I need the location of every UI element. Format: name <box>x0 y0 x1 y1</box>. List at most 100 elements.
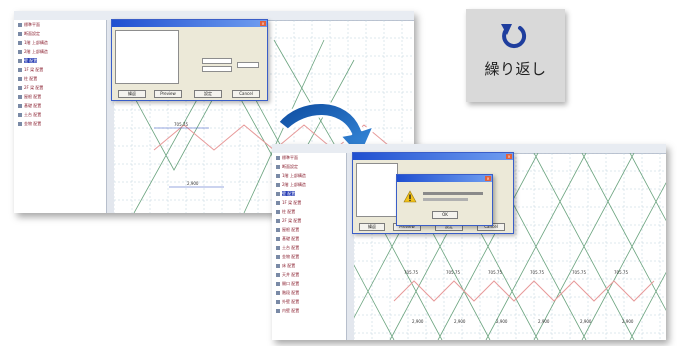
folder-icon <box>18 58 22 63</box>
folder-icon <box>18 76 22 81</box>
tree-item-label: 2F 梁 配置 <box>24 85 44 90</box>
close-icon[interactable]: × <box>260 21 266 26</box>
tree-item[interactable]: 屋根 配置 <box>14 92 106 101</box>
folder-icon <box>276 155 280 160</box>
tree-item-label: 床 配置 <box>282 263 296 268</box>
tree-item[interactable]: 1F 梁 配置 <box>272 198 346 207</box>
tree-item-label: 土台 配置 <box>24 112 42 117</box>
tree-item-label: 壁 配置 <box>24 58 38 63</box>
tree-item[interactable]: 金物 配置 <box>14 119 106 128</box>
setting-button[interactable]: 設定 <box>194 90 222 98</box>
folder-icon <box>276 164 280 169</box>
tree-item[interactable]: 断面設定 <box>272 162 346 171</box>
close-icon[interactable]: × <box>485 176 491 181</box>
list-box[interactable] <box>356 163 398 217</box>
base-label: 2,900 <box>412 319 424 324</box>
tree-item[interactable]: 2階 上部構造 <box>14 47 106 56</box>
message-box: × OK <box>396 174 493 226</box>
folder-icon <box>276 200 280 205</box>
folder-icon <box>18 94 22 99</box>
tree-item-label: 外壁 配置 <box>282 299 300 304</box>
folder-icon <box>276 308 280 313</box>
tree-item[interactable]: 1階 上部構造 <box>272 171 346 180</box>
tree-item-label: 金物 配置 <box>282 254 300 259</box>
cancel-button[interactable]: Cancel <box>232 90 260 98</box>
base-label: 2,900 <box>496 319 508 324</box>
tree-item-label: 土台 配置 <box>282 245 300 250</box>
truss-lines-red <box>393 280 655 302</box>
tree-item-label: 基礎 配置 <box>282 236 300 241</box>
preview-button[interactable]: Preview <box>154 90 182 98</box>
value-field[interactable] <box>202 58 232 64</box>
close-icon[interactable]: × <box>506 154 512 159</box>
dimension-label: 705.75 <box>530 270 544 275</box>
dimension-label: 705.75 <box>404 270 418 275</box>
tree-item[interactable]: 壁 配置 <box>14 56 106 65</box>
tree-item[interactable]: 2階 上部構造 <box>272 180 346 189</box>
folder-icon <box>276 218 280 223</box>
tree-item[interactable]: 屋根 配置 <box>272 225 346 234</box>
base-label: 2,900 <box>454 319 466 324</box>
repeat-label: 繰り返し <box>484 60 547 78</box>
base-label: 2,900 <box>538 319 550 324</box>
tree-item-label: 屋根 配置 <box>24 94 42 99</box>
tree-item-label: 標準平面 <box>24 22 40 27</box>
dimension-label: 705.75 <box>572 270 586 275</box>
tree-item[interactable]: 金物 配置 <box>272 252 346 261</box>
folder-icon <box>276 182 280 187</box>
tree-item[interactable]: 2F 梁 配置 <box>272 216 346 225</box>
value-field[interactable] <box>202 66 232 72</box>
folder-icon <box>18 103 22 108</box>
base-label: 2,900 <box>622 319 634 324</box>
truss-line <box>393 280 655 302</box>
tree-item[interactable]: 開口 配置 <box>272 279 346 288</box>
tree-panel: 標準平面断面設定 1階 上部構造 2階 上部構造壁 配置 1F 梁 配置柱 配置 2F … <box>14 20 107 213</box>
folder-icon <box>18 112 22 117</box>
tree-item[interactable]: 基礎 配置 <box>14 101 106 110</box>
repeat-command-button[interactable]: 繰り返し <box>466 9 565 102</box>
folder-icon <box>18 121 22 126</box>
tree-item-label: 断面設定 <box>282 164 298 169</box>
tree-item[interactable]: 標準平面 <box>14 20 106 29</box>
value-field[interactable] <box>237 62 259 68</box>
tree-item[interactable]: 断面設定 <box>14 29 106 38</box>
repeat-button[interactable]: 繰返 <box>118 90 146 98</box>
truss-line <box>629 271 666 340</box>
tree-item[interactable]: 標準平面 <box>272 153 346 162</box>
dialog-titlebar: × <box>112 20 267 27</box>
list-box[interactable] <box>115 30 179 84</box>
folder-icon <box>18 22 22 27</box>
folder-icon <box>276 290 280 295</box>
tree-item[interactable]: 柱 配置 <box>14 74 106 83</box>
tree-item[interactable]: 柱 配置 <box>272 207 346 216</box>
message-titlebar: × <box>397 175 492 182</box>
settings-dialog: × 繰返 Preview 設定 Cancel <box>111 19 268 101</box>
screenshot-after: 標準平面断面設定 1階 上部構造 2階 上部構造壁 配置 1F 梁 配置柱 配置 2F … <box>272 144 666 340</box>
folder-icon <box>276 173 280 178</box>
folder-icon <box>18 49 22 54</box>
tree-item[interactable]: 内壁 配置 <box>272 306 346 315</box>
folder-icon <box>276 245 280 250</box>
tree-item[interactable]: 階段 配置 <box>272 288 346 297</box>
ok-button[interactable]: OK <box>432 211 458 219</box>
folder-icon <box>276 209 280 214</box>
tree-item-label: 柱 配置 <box>282 209 296 214</box>
tree-item[interactable]: 土台 配置 <box>14 110 106 119</box>
dimension-label: 705.75 <box>446 270 460 275</box>
tree-item[interactable]: 2F 梁 配置 <box>14 83 106 92</box>
tree-item[interactable]: 外壁 配置 <box>272 297 346 306</box>
tree-item[interactable]: 壁 配置 <box>272 189 346 198</box>
folder-icon <box>276 254 280 259</box>
tree-item-label: 壁 配置 <box>282 191 296 196</box>
tree-item[interactable]: 天井 配置 <box>272 270 346 279</box>
truss-line <box>629 153 666 222</box>
tree-item-label: 階段 配置 <box>282 290 300 295</box>
tree-item[interactable]: 床 配置 <box>272 261 346 270</box>
tree-item[interactable]: 基礎 配置 <box>272 234 346 243</box>
tree-item[interactable]: 1階 上部構造 <box>14 38 106 47</box>
tree-item[interactable]: 1F 梁 配置 <box>14 65 106 74</box>
tree-item[interactable]: 土台 配置 <box>272 243 346 252</box>
tree-item-label: 天井 配置 <box>282 272 300 277</box>
repeat-button[interactable]: 繰返 <box>359 223 385 231</box>
tree-panel: 標準平面断面設定 1階 上部構造 2階 上部構造壁 配置 1F 梁 配置柱 配置 2F … <box>272 153 347 340</box>
